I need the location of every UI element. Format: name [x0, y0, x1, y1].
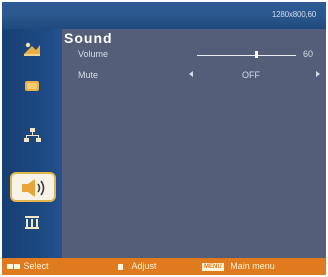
adjust-key-icon — [118, 263, 123, 270]
mute-left-arrow-icon[interactable] — [189, 71, 193, 77]
menu-key-icon: MENU — [202, 262, 224, 271]
footer-hint-bar: Select Adjust MENU Main menu — [2, 258, 326, 275]
volume-value: 60 — [303, 49, 314, 59]
footer-menu-label: Main menu — [230, 261, 275, 272]
mute-right-arrow-icon[interactable] — [316, 71, 320, 77]
sidebar-item-network[interactable] — [22, 125, 42, 145]
sidebar — [2, 29, 62, 273]
footer-select-label: Select — [23, 261, 49, 272]
footer-menu-hint: MENU Main menu — [202, 261, 275, 272]
top-bar: 1280x800,60 — [2, 2, 326, 29]
volume-slider-thumb[interactable] — [255, 51, 258, 58]
speaker-icon — [22, 179, 45, 197]
sound-panel: Sound Volume 60 Mute OFF — [62, 29, 326, 258]
sidebar-item-picture[interactable] — [22, 39, 42, 59]
resolution-indicator: 1280x800,60 — [271, 10, 316, 19]
columns-icon — [25, 216, 39, 229]
volume-label: Volume — [78, 49, 109, 59]
volume-slider[interactable] — [197, 55, 296, 56]
mute-label: Mute — [78, 70, 99, 80]
left-key-icon — [7, 264, 13, 270]
sidebar-item-sound[interactable] — [10, 172, 56, 202]
footer-adjust-label: Adjust — [131, 261, 157, 272]
mute-value: OFF — [242, 70, 260, 80]
right-key-icon — [14, 264, 20, 270]
osd-window: 1280x800,60 Sound Volume 60 Mute OFF Sel… — [2, 2, 326, 275]
display-icon — [25, 81, 39, 91]
footer-adjust-hint: Adjust — [118, 261, 157, 272]
page-title: Sound — [64, 30, 113, 46]
picture-icon — [24, 42, 40, 56]
network-icon — [24, 128, 41, 142]
sidebar-item-display[interactable] — [22, 76, 42, 96]
footer-select-hint: Select — [7, 261, 49, 272]
sidebar-item-columns[interactable] — [22, 212, 42, 232]
